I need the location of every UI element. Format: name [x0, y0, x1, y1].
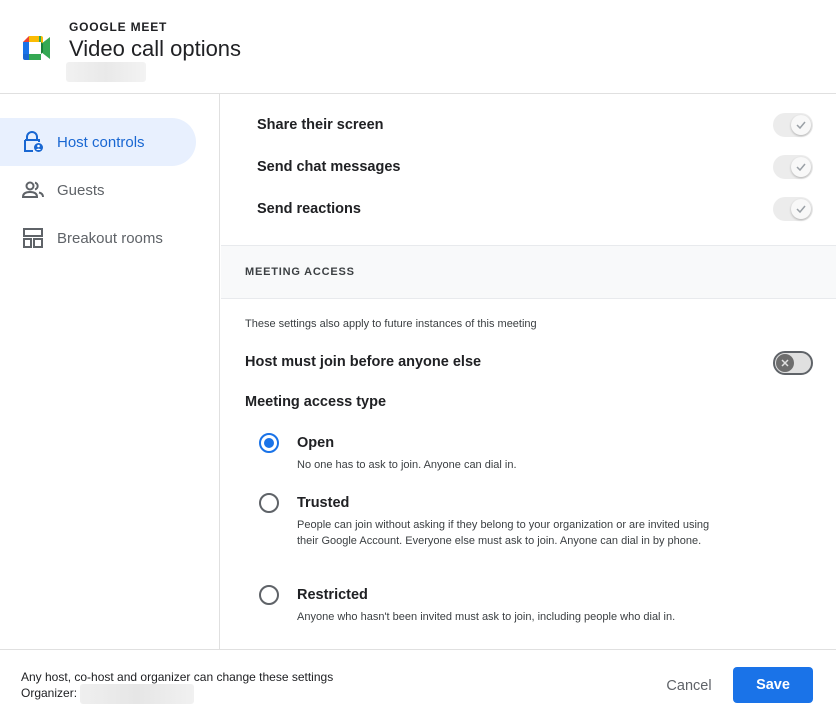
- cancel-button[interactable]: Cancel: [652, 668, 726, 704]
- sidebar: Host controls Guests Breakout rooms: [0, 94, 220, 649]
- close-icon: [776, 354, 794, 372]
- check-icon: [791, 157, 811, 177]
- sidebar-item-label: Breakout rooms: [57, 229, 163, 247]
- option-desc-trusted: People can join without asking if they b…: [297, 519, 710, 547]
- radio-restricted[interactable]: [259, 585, 279, 605]
- reactions-toggle[interactable]: [773, 197, 813, 221]
- grid-icon: [22, 227, 44, 249]
- permission-label-share-screen: Share their screen: [257, 117, 384, 133]
- option-desc-open: No one has to ask to join. Anyone can di…: [297, 459, 517, 471]
- sidebar-item-breakout-rooms[interactable]: Breakout rooms: [0, 214, 196, 262]
- sidebar-item-label: Host controls: [57, 133, 145, 151]
- radio-trusted[interactable]: [259, 493, 279, 513]
- redacted-organizer: [80, 684, 194, 704]
- organizer-label: Organizer:: [21, 686, 78, 700]
- redacted-meeting-id: [66, 62, 146, 82]
- brand-label: GOOGLE MEET: [69, 20, 168, 34]
- host-join-label: Host must join before anyone else: [245, 354, 482, 370]
- option-label-restricted: Restricted: [297, 587, 368, 603]
- access-type-heading: Meeting access type: [245, 394, 387, 410]
- option-label-trusted: Trusted: [297, 495, 350, 511]
- future-instances-note: These settings also apply to future inst…: [245, 318, 537, 330]
- sidebar-item-label: Guests: [57, 181, 105, 199]
- section-title: MEETING ACCESS: [245, 266, 355, 278]
- google-meet-logo-icon: [23, 36, 50, 60]
- check-icon: [791, 199, 811, 219]
- settings-panel: Share their screen Send chat messages Se…: [221, 94, 836, 649]
- settings-permission-note: Any host, co-host and organizer can chan…: [21, 670, 334, 684]
- permission-label-chat: Send chat messages: [257, 159, 401, 175]
- save-button[interactable]: Save: [733, 667, 813, 703]
- check-icon: [791, 115, 811, 135]
- sidebar-item-guests[interactable]: Guests: [0, 166, 196, 214]
- permission-label-reactions: Send reactions: [257, 201, 361, 217]
- chat-messages-toggle[interactable]: [773, 155, 813, 179]
- host-join-toggle[interactable]: [773, 351, 813, 375]
- dialog-header: GOOGLE MEET Video call options: [0, 0, 836, 94]
- option-label-open: Open: [297, 435, 335, 451]
- meeting-access-section-header: MEETING ACCESS: [221, 245, 836, 299]
- dialog-footer: Any host, co-host and organizer can chan…: [0, 649, 836, 716]
- option-desc-restricted: Anyone who hasn't been invited must ask …: [297, 611, 676, 623]
- radio-open[interactable]: [259, 433, 279, 453]
- lock-person-icon: [22, 131, 44, 153]
- share-screen-toggle[interactable]: [773, 113, 813, 137]
- sidebar-item-host-controls[interactable]: Host controls: [0, 118, 196, 166]
- people-icon: [22, 179, 44, 201]
- dialog-title: Video call options: [69, 36, 242, 61]
